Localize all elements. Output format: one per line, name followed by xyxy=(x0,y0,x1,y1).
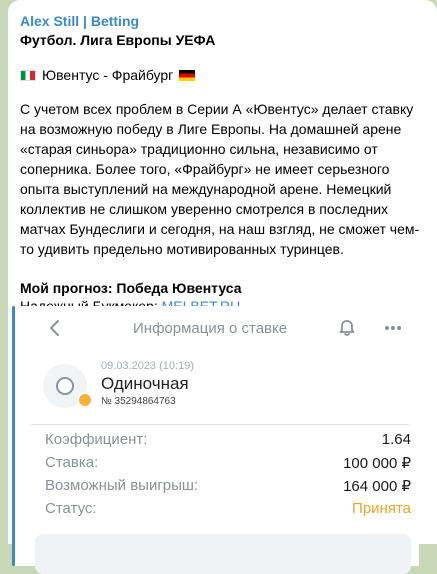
bet-type: Одиночная xyxy=(101,374,189,393)
status-row: Статус: Принята xyxy=(45,497,411,520)
match-name: Ювентус - Фрайбург xyxy=(42,67,174,83)
message-title: Футбол. Лига Европы УЕФА xyxy=(20,32,216,48)
message-body: С учетом всех проблем в Серии А «Ювентус… xyxy=(20,101,420,257)
bet-date: 09.03.2023 (10:19) xyxy=(101,360,194,372)
row-label: Возможный выигрыш: xyxy=(45,477,199,494)
bet-screenshot-embed[interactable]: Информация о ставке 09.03.2023 (10:19) О… xyxy=(12,306,419,574)
bet-topbar: Информация о ставке xyxy=(15,306,419,350)
row-label: Статус: xyxy=(45,500,97,517)
row-label: Коэффициент: xyxy=(45,431,148,448)
match-line: Ювентус - Фрайбург xyxy=(20,66,427,84)
bet-header: 09.03.2023 (10:19) Одиночная № 352948647… xyxy=(15,356,419,416)
stake-row: Ставка: 100 000 ₽ xyxy=(45,451,411,474)
stake-value: 100 000 ₽ xyxy=(343,454,411,472)
payout-row: Возможный выигрыш: 164 000 ₽ xyxy=(45,474,411,497)
bet-details: Коэффициент: 1.64 Ставка: 100 000 ₽ Возм… xyxy=(45,428,411,520)
bet-screen-title: Информация о ставке xyxy=(133,320,288,337)
check-badge-icon xyxy=(77,392,93,408)
bet-number: № 35294864763 xyxy=(101,396,176,407)
italy-flag-icon xyxy=(20,69,36,81)
sender-name[interactable]: Alex Still | Betting xyxy=(20,12,427,30)
payout-value: 164 000 ₽ xyxy=(343,477,411,495)
back-arrow-icon[interactable] xyxy=(45,318,65,338)
coefficient-value: 1.64 xyxy=(381,431,411,448)
bottom-card xyxy=(35,534,411,574)
status-badge: Принята xyxy=(352,500,411,517)
germany-flag-icon xyxy=(179,69,196,81)
bell-icon[interactable] xyxy=(337,318,357,338)
divider xyxy=(31,424,409,425)
row-label: Ставка: xyxy=(45,454,99,471)
more-dots-icon[interactable] xyxy=(383,318,403,338)
bet-info-screen: Информация о ставке 09.03.2023 (10:19) О… xyxy=(15,306,419,574)
coefficient-row: Коэффициент: 1.64 xyxy=(45,428,411,451)
forecast: Мой прогноз: Победа Ювентуса xyxy=(20,280,242,296)
